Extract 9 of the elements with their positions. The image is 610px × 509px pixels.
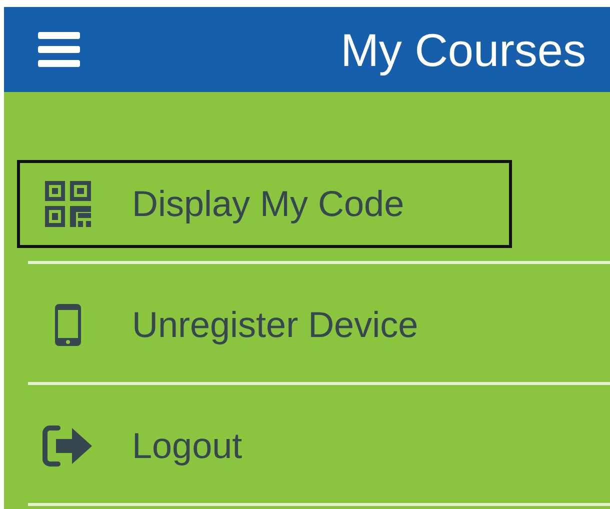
menu-button[interactable] (38, 32, 80, 68)
qr-code-icon (45, 181, 91, 227)
menu-item[interactable]: Logout (17, 402, 512, 490)
menu-item[interactable]: Unregister Device (17, 281, 512, 369)
menu-icon (38, 32, 80, 68)
menu-item[interactable]: Display My Code (17, 160, 512, 248)
logout-icon (42, 425, 94, 467)
page-title: My Courses (340, 22, 586, 76)
smartphone-icon (55, 304, 81, 346)
